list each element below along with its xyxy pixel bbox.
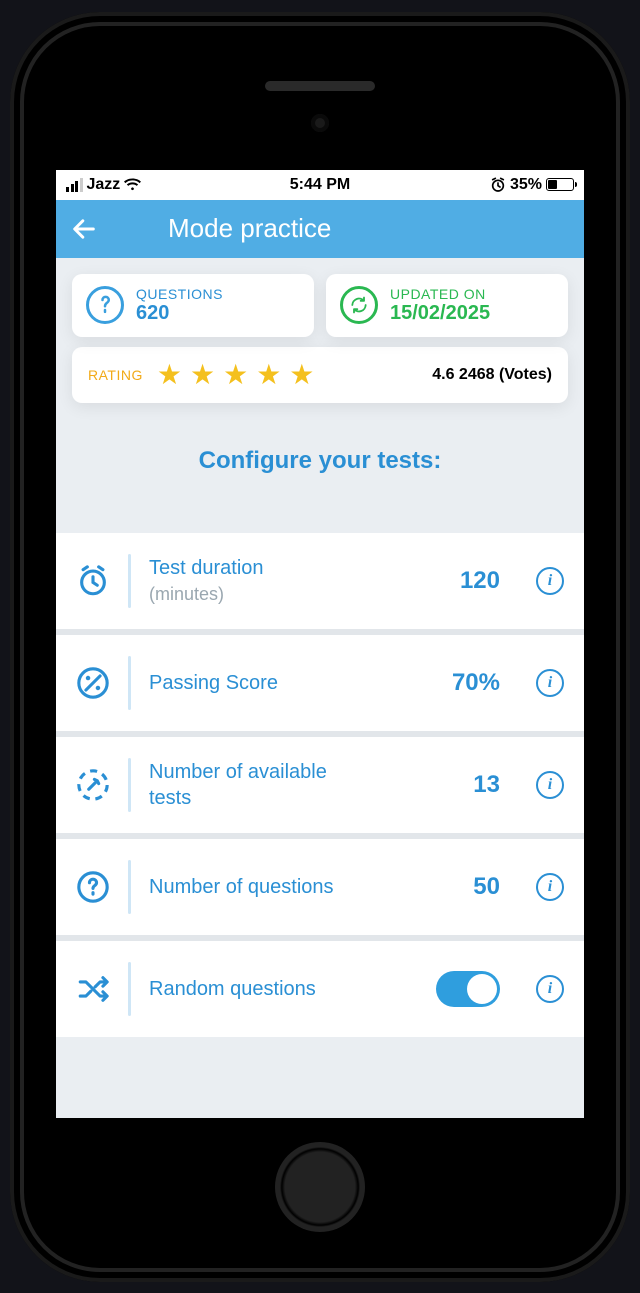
toggle-knob: [467, 974, 497, 1004]
row-test-duration[interactable]: Test duration (minutes) 120 i: [56, 533, 584, 629]
separator: [128, 554, 131, 608]
phone-camera: [311, 114, 329, 132]
questions-row-label: Number of questions: [149, 874, 369, 900]
question-circle-icon: [76, 870, 110, 904]
updated-card[interactable]: UPDATED ON 15/02/2025: [326, 274, 568, 337]
status-time: 5:44 PM: [290, 176, 350, 194]
content-area: QUESTIONS 620 UPDATED ON 15/02/2025: [56, 258, 584, 1118]
info-icon[interactable]: i: [536, 567, 564, 595]
clock-icon: [76, 564, 110, 598]
questions-row-value: 50: [440, 873, 500, 901]
rating-stars: ★ ★ ★ ★ ★: [157, 361, 315, 389]
shuffle-icon: [76, 972, 110, 1006]
battery-icon: [546, 178, 574, 191]
phone-bezel: Jazz 5:44 PM 35%: [20, 22, 620, 1272]
battery-percent: 35%: [510, 176, 542, 194]
rating-label: RATING: [88, 367, 143, 383]
row-available-tests[interactable]: Number of available tests 13 i: [56, 737, 584, 833]
star-icon: ★: [190, 361, 215, 389]
tests-label: Number of available tests: [149, 759, 369, 811]
random-label: Random questions: [149, 976, 369, 1002]
row-random-questions[interactable]: Random questions i: [56, 941, 584, 1037]
separator: [128, 860, 131, 914]
updated-label: UPDATED ON: [390, 286, 490, 302]
star-icon: ★: [223, 361, 248, 389]
page-title: Mode practice: [168, 213, 331, 244]
configure-heading: Configure your tests:: [56, 403, 584, 533]
refresh-icon: [340, 286, 378, 324]
updated-value: 15/02/2025: [390, 302, 490, 325]
settings-list: Test duration (minutes) 120 i Passing Sc…: [56, 533, 584, 1037]
home-button[interactable]: [275, 1142, 365, 1232]
passing-label: Passing Score: [149, 670, 369, 696]
percent-icon: [76, 666, 110, 700]
info-icon[interactable]: i: [536, 975, 564, 1003]
app-header: Mode practice: [56, 200, 584, 258]
carrier-label: Jazz: [87, 176, 121, 194]
info-icon[interactable]: i: [536, 873, 564, 901]
duration-value: 120: [440, 567, 500, 595]
status-bar: Jazz 5:44 PM 35%: [56, 170, 584, 200]
star-icon: ★: [256, 361, 281, 389]
questions-value: 620: [136, 302, 223, 325]
phone-frame: Jazz 5:44 PM 35%: [10, 12, 630, 1282]
back-arrow-icon[interactable]: [70, 215, 98, 243]
wifi-icon: [124, 178, 141, 191]
rating-text: 4.6 2468 (Votes): [432, 366, 552, 384]
separator: [128, 758, 131, 812]
star-icon: ★: [157, 361, 182, 389]
status-right: 35%: [490, 176, 574, 194]
question-mark-icon: [86, 286, 124, 324]
signal-bars-icon: [66, 178, 83, 192]
info-icon[interactable]: i: [536, 771, 564, 799]
questions-label: QUESTIONS: [136, 286, 223, 302]
star-icon: ★: [289, 361, 314, 389]
random-toggle[interactable]: [436, 971, 500, 1007]
questions-card[interactable]: QUESTIONS 620: [72, 274, 314, 337]
separator: [128, 656, 131, 710]
phone-speaker: [265, 81, 375, 91]
row-num-questions[interactable]: Number of questions 50 i: [56, 839, 584, 935]
duration-label: Test duration: [149, 557, 264, 579]
screen: Jazz 5:44 PM 35%: [56, 170, 584, 1118]
info-cards-row: QUESTIONS 620 UPDATED ON 15/02/2025: [56, 258, 584, 347]
tests-value: 13: [440, 771, 500, 799]
status-left: Jazz: [66, 176, 141, 194]
passing-value: 70%: [440, 669, 500, 697]
separator: [128, 962, 131, 1016]
info-icon[interactable]: i: [536, 669, 564, 697]
row-label: Test duration (minutes): [149, 555, 369, 607]
target-dashed-icon: [76, 768, 110, 802]
row-passing-score[interactable]: Passing Score 70% i: [56, 635, 584, 731]
alarm-icon: [490, 177, 506, 193]
rating-card[interactable]: RATING ★ ★ ★ ★ ★ 4.6 2468 (Votes): [72, 347, 568, 403]
duration-sublabel: (minutes): [149, 584, 224, 604]
